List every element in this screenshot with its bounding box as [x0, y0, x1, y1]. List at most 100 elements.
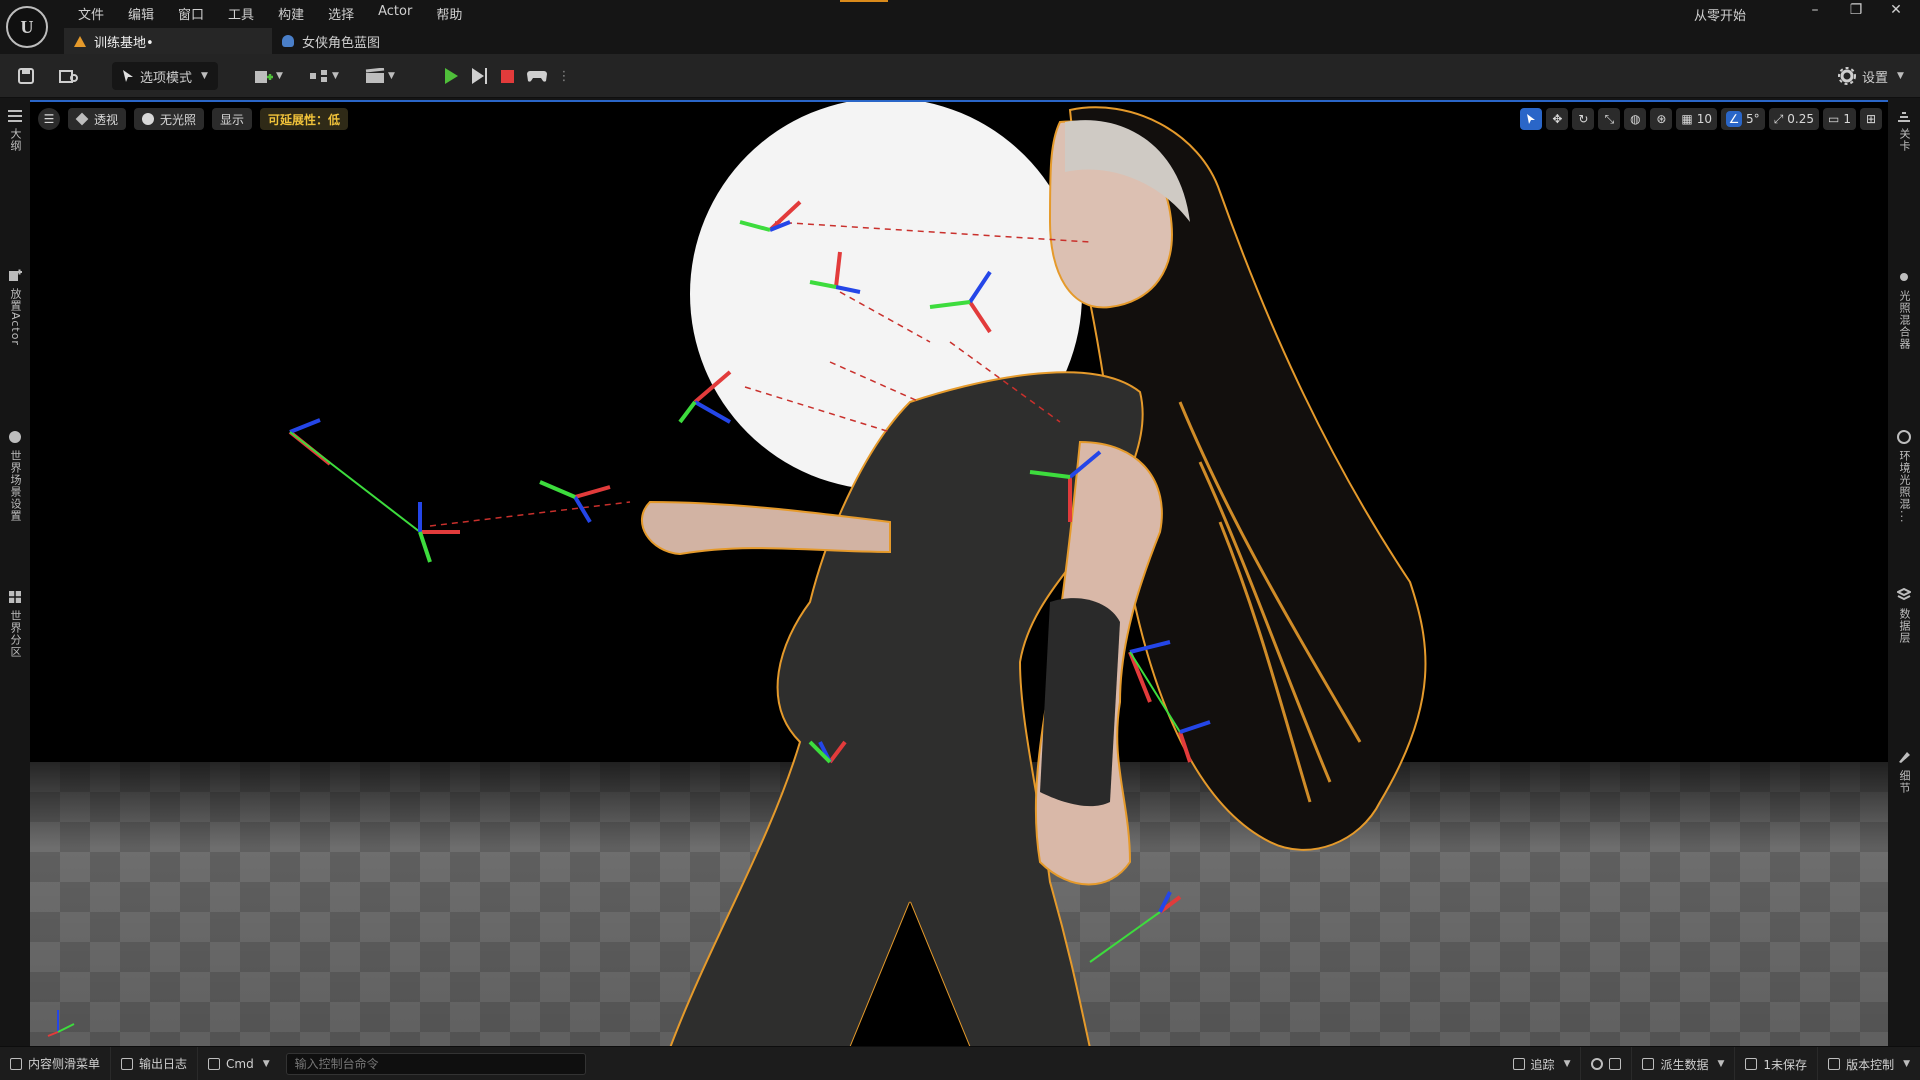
document-tabs: 训练基地• 女侠角色蓝图	[64, 28, 394, 54]
show-flags-button[interactable]: 显示	[212, 108, 253, 130]
list-icon	[8, 110, 22, 122]
sidebar-item-label: 大纲	[9, 128, 22, 152]
sidebar-item-place-actors[interactable]: 放置Actor	[0, 268, 30, 346]
mode-label: 选项模式	[140, 70, 193, 86]
sidebar-item-label: 世界分区	[9, 610, 22, 658]
more-options-icon[interactable]: ⋮	[558, 62, 571, 90]
engine-logo[interactable]: U	[6, 6, 48, 48]
lighting-mode-toggle[interactable]: 无光照	[134, 108, 205, 130]
sidebar-item-env-light-mixer[interactable]: 环境光照混...	[1888, 430, 1920, 524]
sphere-icon	[142, 113, 155, 125]
record-button[interactable]	[1581, 1047, 1633, 1080]
menu-build[interactable]: 构建	[266, 2, 316, 25]
output-log-button[interactable]: 输出日志	[111, 1046, 199, 1080]
trace-label: 追踪	[1530, 1057, 1555, 1072]
menu-select[interactable]: 选择	[316, 2, 366, 25]
sidebar-item-label: 环境光照混...	[1898, 450, 1911, 524]
rotation-snap-value: 5°	[1746, 112, 1760, 126]
sidebar-item-label: 细节	[1898, 770, 1911, 794]
level-viewport[interactable]: ☰ 透视 无光照 显示 可延展性：低 ✥ ↻ ⤡ ◍ ⊛ ▦ 10 ∠ 5° ⤢…	[30, 100, 1888, 1046]
grid-snap-value: 10	[1696, 112, 1713, 126]
browse-button[interactable]	[56, 62, 82, 90]
cinematics-button[interactable]: ▼	[360, 62, 400, 90]
menu-actor[interactable]: Actor	[366, 2, 424, 25]
sidebar-item-levels[interactable]: 关卡	[1888, 110, 1920, 152]
scale-snap-value: 0.25	[1787, 112, 1815, 126]
right-panel-strip: 关卡 光照混合器 环境光照混... 数据层 细节	[1888, 98, 1920, 1046]
menu-edit[interactable]: 编辑	[116, 2, 166, 25]
sidebar-item-light-mixer[interactable]: 光照混合器	[1888, 270, 1920, 350]
world-local-toggle[interactable]: ◍	[1624, 108, 1647, 130]
chevron-down-icon: ▼	[262, 1058, 270, 1069]
move-tool[interactable]: ✥	[1546, 108, 1569, 130]
select-tool[interactable]	[1520, 108, 1543, 130]
scalability-warning[interactable]: 可延展性：低	[260, 108, 349, 130]
add-actor-button[interactable]: ▼	[248, 62, 288, 90]
grid-snap-toggle[interactable]: ▦ 10	[1676, 108, 1718, 130]
rotation-snap-toggle[interactable]: ∠ 5°	[1721, 108, 1765, 130]
scale-snap-toggle[interactable]: ⤢ 0.25	[1768, 108, 1820, 130]
menu-file[interactable]: 文件	[66, 2, 116, 25]
unsaved-button[interactable]: 1未保存	[1735, 1047, 1819, 1080]
perspective-toggle[interactable]: 透视	[68, 108, 127, 130]
chevron-down-icon: ▼	[276, 71, 283, 81]
sidebar-item-world-settings[interactable]: 世界场景设置	[0, 430, 30, 522]
camera-speed-value: 1	[1843, 112, 1851, 126]
viewport-layout-button[interactable]: ⊞	[1860, 108, 1882, 130]
minimize-button[interactable]: –	[1795, 2, 1835, 22]
layers-icon	[1898, 112, 1910, 122]
stop-button[interactable]	[496, 62, 518, 90]
light-icon	[1900, 273, 1908, 281]
title-bar: 文件 编辑 窗口 工具 构建 选择 Actor 帮助 从零开始 – ❐ ✕	[0, 0, 1920, 28]
tab-blueprint[interactable]: 女侠角色蓝图	[272, 28, 394, 54]
derived-data-label: 派生数据	[1660, 1057, 1709, 1072]
layout-icon: ⊞	[1865, 112, 1877, 126]
step-button[interactable]	[468, 62, 490, 90]
derived-data-button[interactable]: 派生数据 ▼	[1632, 1047, 1736, 1080]
save-button[interactable]	[14, 62, 38, 90]
surface-snap-toggle[interactable]: ⊛	[1650, 108, 1673, 130]
cmd-selector[interactable]: Cmd ▼	[198, 1047, 280, 1080]
menu-window[interactable]: 窗口	[166, 2, 216, 25]
content-drawer-button[interactable]: 内容侧滑菜单	[0, 1046, 112, 1080]
scale-icon: ⤡	[1604, 111, 1615, 126]
camera-speed-button[interactable]: ▭ 1	[1823, 108, 1856, 130]
play-button[interactable]	[440, 62, 462, 90]
settings-button[interactable]: 设置 ▼	[1830, 62, 1912, 90]
angle-icon: ∠	[1726, 111, 1743, 127]
mode-selector[interactable]: 选项模式 ▼	[112, 62, 218, 90]
gear-icon	[1838, 67, 1857, 85]
rotate-tool[interactable]: ↻	[1572, 108, 1595, 130]
viewport-options: ☰ 透视 无光照 显示 可延展性：低	[38, 108, 349, 130]
chevron-down-icon: ▼	[1897, 71, 1904, 81]
console-input[interactable]	[285, 1052, 586, 1075]
scale-tool[interactable]: ⤡	[1598, 108, 1621, 130]
add-cube-icon	[255, 71, 274, 83]
place-actor-icon	[9, 269, 22, 281]
cmd-label: Cmd	[226, 1056, 254, 1071]
sidebar-item-outliner[interactable]: 大纲	[0, 110, 30, 152]
trace-button[interactable]: 追踪 ▼	[1503, 1047, 1582, 1080]
blueprint-icon	[282, 35, 294, 47]
possess-button[interactable]	[524, 62, 550, 90]
env-light-icon	[1897, 430, 1911, 444]
cursor-icon	[1527, 114, 1536, 124]
sidebar-item-world-partition[interactable]: 世界分区	[0, 590, 30, 658]
source-control-button[interactable]: 版本控制 ▼	[1818, 1047, 1920, 1080]
sidebar-item-data-layers[interactable]: 数据层	[1888, 588, 1920, 644]
terminal-icon	[208, 1057, 221, 1070]
globe-icon	[9, 431, 21, 443]
menu-tools[interactable]: 工具	[216, 2, 266, 25]
scene-render	[288, 102, 1427, 1046]
tab-level[interactable]: 训练基地•	[64, 28, 272, 54]
close-button[interactable]: ✕	[1876, 2, 1916, 22]
branch-icon	[1828, 1058, 1841, 1070]
rotate-icon: ↻	[1578, 112, 1589, 126]
tab-label: 女侠角色蓝图	[302, 35, 381, 51]
viewport-menu-icon[interactable]: ☰	[38, 108, 60, 130]
menu-help[interactable]: 帮助	[424, 2, 474, 25]
restore-button[interactable]: ❐	[1836, 2, 1876, 22]
blueprint-button[interactable]: ▼	[304, 62, 344, 90]
lighting-label: 无光照	[160, 112, 197, 127]
sidebar-item-details[interactable]: 细节	[1888, 750, 1920, 794]
